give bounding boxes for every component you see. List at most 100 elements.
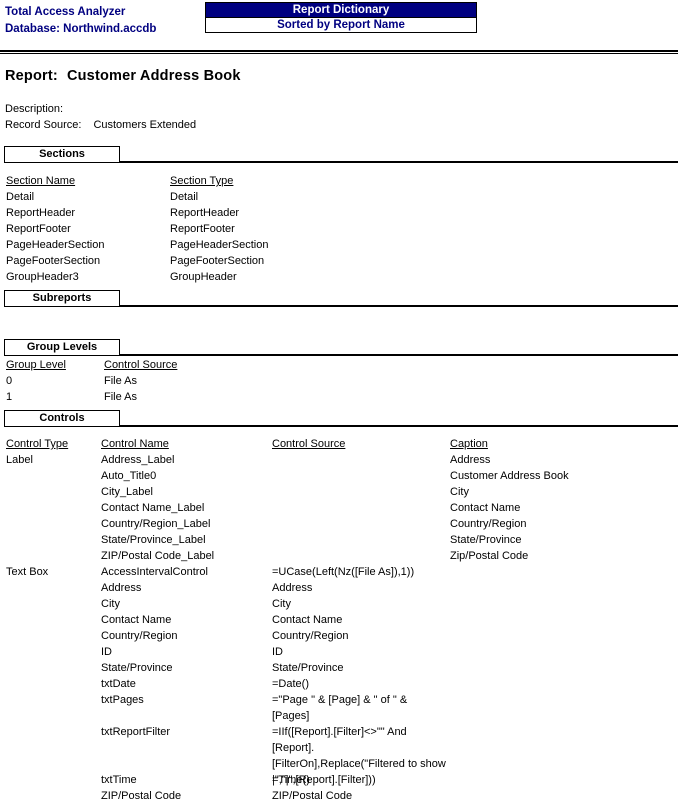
section-type: ReportFooter [170,223,235,235]
group-levels-table-header: Group Level Control Source [0,357,692,373]
control-name: ID [101,646,112,658]
control-name: Address_Label [101,454,175,466]
section-name: GroupHeader3 [6,271,79,283]
brand-block: Total Access Analyzer Database: Northwin… [5,4,156,38]
description-row: Description: [5,101,196,117]
table-row: txtDate =Date() [0,676,692,692]
control-type: Label [6,454,33,466]
control-name: Contact Name [101,614,172,626]
control-name: ZIP/Postal Code_Label [101,550,215,562]
sections-table-body: Detail Detail ReportHeader ReportHeader … [0,189,692,285]
table-row: Text Box AccessIntervalControl =UCase(Left… [0,564,692,580]
control-caption: Contact Name [450,502,521,514]
section-type: Detail [170,191,199,203]
dictionary-banner: Report Dictionary Sorted by Report Name [205,2,477,33]
control-type: Text Box [6,566,49,578]
section-name: PageHeaderSection [6,239,105,251]
sections-heading-bar: Sections [4,146,678,163]
subreports-heading-label: Subreports [4,290,120,307]
table-row: State/Province_Label State/Province [0,532,692,548]
table-row: 0 File As [0,373,692,389]
table-row: PageHeaderSection PageHeaderSection [0,237,692,253]
control-caption: Zip/Postal Code [450,550,529,562]
group-levels-heading-bar: Group Levels [4,339,678,356]
control-source: State/Province [272,662,344,674]
group-level: 0 [6,375,13,387]
dictionary-subtitle: Sorted by Report Name [205,17,477,33]
record-source-row: Record Source: Customers Extended [5,117,196,133]
col-group-level: Group Level [6,359,66,371]
sections-heading-label: Sections [4,146,120,163]
table-row: City City [0,596,692,612]
report-label: Report: [5,68,58,84]
controls-heading-label: Controls [4,410,120,427]
table-row: Auto_Title0 Customer Address Book [0,468,692,484]
table-row: txtReportFilter =IIf([Report].[Filter]<>"… [0,724,692,786]
section-type: PageFooterSection [170,255,265,267]
col-section-name: Section Name [6,175,76,187]
table-row: Country/Region_Label Country/Region [0,516,692,532]
control-source: =Date() [272,678,309,690]
control-name: Country/Region_Label [101,518,211,530]
table-row: Group Level Control Source [0,357,692,373]
control-name: State/Province_Label [101,534,206,546]
subreports-heading-bar: Subreports [4,290,678,307]
page-title: Report: Customer Address Book [5,68,241,84]
controls-table-body: Label Address_Label Address Auto_Title0 Cust… [0,452,692,804]
control-name: Auto_Title0 [101,470,157,482]
record-source-value: Customers Extended [93,119,197,131]
section-type: ReportHeader [170,207,240,219]
table-row: Label Address_Label Address [0,452,692,468]
control-name: Country/Region [101,630,178,642]
group-levels-table-body: 0 File As 1 File As [0,373,692,405]
section-type: GroupHeader [170,271,237,283]
table-row: txtTime =Time() [0,772,692,788]
control-source: Address [272,582,313,594]
control-source: ="Page " & [Page] & " of " & [Pages] [272,694,408,722]
control-source: =UCase(Left(Nz([File As]),1)) [272,566,415,578]
table-row: GroupHeader3 GroupHeader [0,269,692,285]
controls-heading-bar: Controls [4,410,678,427]
sections-table-header: Section Name Section Type [0,173,692,189]
control-name: AccessIntervalControl [101,566,208,578]
control-caption: State/Province [450,534,522,546]
table-row: ZIP/Postal Code ZIP/Postal Code [0,788,692,804]
control-name: State/Province [101,662,173,674]
dictionary-title: Report Dictionary [205,2,477,17]
group-levels-heading-label: Group Levels [4,339,120,356]
report-meta: Description: Record Source: Customers Ext… [5,101,196,133]
control-source: ID [272,646,283,658]
control-caption: Country/Region [450,518,527,530]
control-caption: City [450,486,469,498]
control-source: Contact Name [272,614,343,626]
control-name: txtPages [101,694,144,706]
control-source: =Time() [272,774,310,786]
col-control-type: Control Type [6,438,69,450]
table-row: PageFooterSection PageFooterSection [0,253,692,269]
table-row: ZIP/Postal Code_Label Zip/Postal Code [0,548,692,564]
table-row: State/Province State/Province [0,660,692,676]
report-name: Customer Address Book [66,68,241,84]
table-row: Section Name Section Type [0,173,692,189]
table-row: 1 File As [0,389,692,405]
controls-table-header: Control Type Control Name Control Source… [0,436,692,452]
database-name: Database: Northwind.accdb [5,23,157,35]
control-name: ZIP/Postal Code [101,790,182,802]
header-divider [0,50,678,54]
section-name: PageFooterSection [6,255,101,267]
table-row: Address Address [0,580,692,596]
col-control-name: Control Name [101,438,169,450]
control-caption: Address [450,454,491,466]
page-header: Total Access Analyzer Database: Northwin… [0,0,692,48]
control-name: txtTime [101,774,137,786]
col-section-type: Section Type [170,175,234,187]
section-name: ReportHeader [6,207,76,219]
control-name: Address [101,582,142,594]
col-control-source: Control Source [272,438,346,450]
table-row: Detail Detail [0,189,692,205]
record-source-label: Record Source: [5,119,82,131]
control-caption: Customer Address Book [450,470,569,482]
control-name: txtReportFilter [101,726,171,738]
table-row: Country/Region Country/Region [0,628,692,644]
table-row: City_Label City [0,484,692,500]
